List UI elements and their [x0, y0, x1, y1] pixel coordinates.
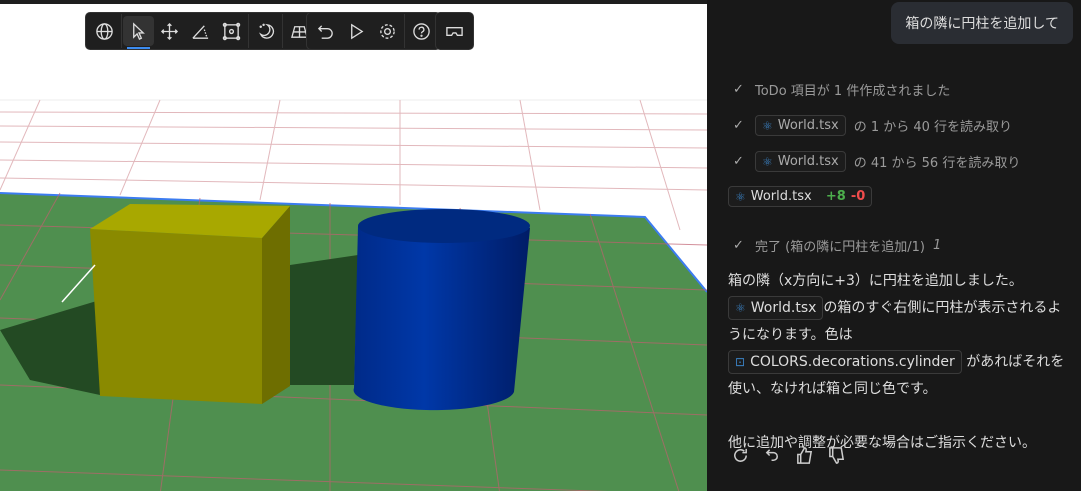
actions-toolbar: [306, 12, 441, 50]
box: [90, 204, 290, 404]
message-text: 箱の隣（x方向に+3）に円柱を追加しました。: [728, 273, 1023, 289]
globe-icon[interactable]: [89, 16, 120, 46]
thumbs-down-icon[interactable]: [827, 446, 846, 465]
symbol-icon: ⊡: [735, 355, 746, 369]
step-text: の 1 から 40 行を読み取り: [853, 120, 1013, 135]
assistant-message: 箱の隣（x方向に+3）に円柱を追加しました。 ⚛ World.tsx の箱のすぐ右側…: [728, 268, 1068, 457]
step-text: ToDo 項目が 1 件作成されました: [755, 84, 951, 99]
symbol-name: COLORS.decorations.cylinder: [750, 354, 955, 370]
message-actions: [731, 446, 846, 465]
diff-chip[interactable]: ⚛ World.tsx +8 -0: [728, 186, 873, 207]
lines-added: +8: [825, 189, 846, 204]
cylinder-shadow: [290, 255, 358, 385]
file-chip[interactable]: ⚛ World.tsx: [755, 115, 846, 136]
thumbs-up-icon[interactable]: [795, 446, 814, 465]
cylinder: [353, 209, 530, 411]
react-icon: ⚛: [762, 154, 773, 169]
step-read-2: ✓ ⚛ World.tsx の 41 から 56 行を読み取り: [733, 151, 1020, 172]
scene-canvas[interactable]: [0, 0, 707, 491]
done-count: 1: [932, 238, 942, 253]
night-mode-icon[interactable]: [250, 16, 281, 46]
tools-toolbar: [85, 12, 319, 50]
react-icon: ⚛: [762, 118, 773, 133]
measure-icon[interactable]: [185, 16, 216, 46]
undo-icon[interactable]: [310, 16, 341, 46]
file-name: World.tsx: [750, 300, 817, 316]
chat-panel: 箱の隣に円柱を追加して ✓ ToDo 項目が 1 件作成されました ✓ ⚛ World…: [707, 0, 1081, 491]
file-chip[interactable]: ⚛ World.tsx: [755, 151, 846, 172]
symbol-chip[interactable]: ⊡ COLORS.decorations.cylinder: [728, 350, 962, 374]
file-chip[interactable]: ⚛ World.tsx: [728, 296, 824, 320]
undo-icon[interactable]: [763, 446, 782, 465]
file-name: World.tsx: [777, 118, 839, 133]
help-icon[interactable]: [406, 16, 437, 46]
check-icon: ✓: [733, 154, 744, 169]
step-done: ✓ 完了 (箱の隣に円柱を追加/1) 1: [733, 236, 941, 255]
select-icon[interactable]: [123, 16, 154, 49]
transform-icon[interactable]: [216, 16, 247, 46]
react-icon: ⚛: [735, 189, 746, 204]
lines-removed: -0: [850, 189, 866, 204]
react-icon: ⚛: [735, 301, 746, 315]
3d-viewport[interactable]: [0, 0, 707, 491]
settings-icon[interactable]: [372, 16, 403, 46]
check-icon: ✓: [733, 238, 744, 253]
step-read-1: ✓ ⚛ World.tsx の 1 から 40 行を読み取り: [733, 115, 1012, 136]
retry-icon[interactable]: [731, 446, 750, 465]
move-icon[interactable]: [154, 16, 185, 46]
file-name: World.tsx: [750, 189, 812, 204]
vr-icon[interactable]: [439, 16, 470, 46]
vr-toolbar: [435, 12, 474, 50]
step-todo: ✓ ToDo 項目が 1 件作成されました: [733, 80, 950, 99]
file-name: World.tsx: [777, 154, 839, 169]
play-icon[interactable]: [341, 16, 372, 46]
step-text: 完了 (箱の隣に円柱を追加/1): [755, 240, 925, 255]
user-message: 箱の隣に円柱を追加して: [891, 2, 1073, 44]
check-icon: ✓: [733, 82, 744, 97]
check-icon: ✓: [733, 118, 744, 133]
step-text: の 41 から 56 行を読み取り: [853, 156, 1021, 171]
